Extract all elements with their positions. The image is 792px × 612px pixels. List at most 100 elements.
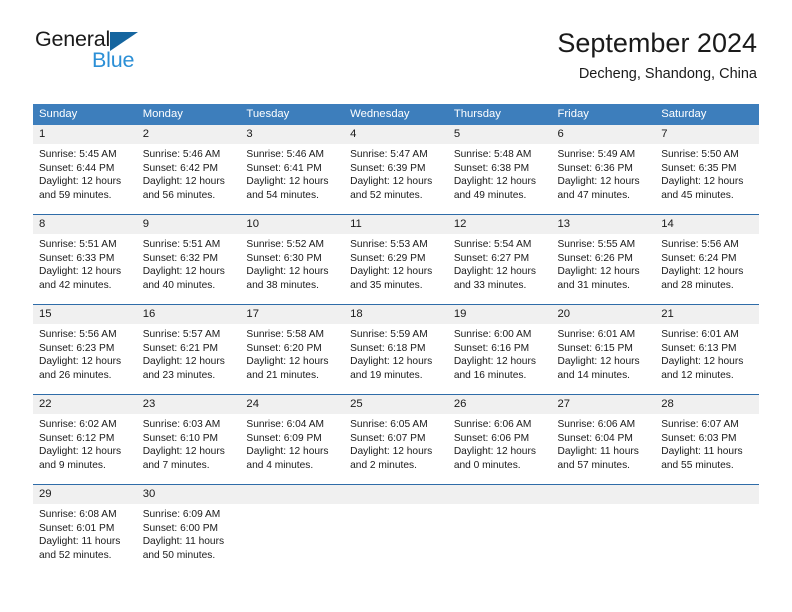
day-number-band: 22 23 24 25 26 27 28 bbox=[33, 395, 759, 414]
day-cell[interactable]: Sunrise: 5:53 AM Sunset: 6:29 PM Dayligh… bbox=[344, 234, 448, 304]
day-number[interactable]: 19 bbox=[448, 305, 552, 324]
day-number[interactable]: 5 bbox=[448, 125, 552, 144]
day-cell[interactable]: Sunrise: 6:04 AM Sunset: 6:09 PM Dayligh… bbox=[240, 414, 344, 484]
daylight-text: Daylight: 12 hours and 45 minutes. bbox=[661, 176, 744, 201]
day-cell[interactable]: Sunrise: 5:46 AM Sunset: 6:41 PM Dayligh… bbox=[240, 144, 344, 214]
day-number[interactable]: 25 bbox=[344, 395, 448, 414]
day-number-band: 8 9 10 11 12 13 14 bbox=[33, 215, 759, 234]
sunrise-text: Sunrise: 6:02 AM bbox=[39, 419, 117, 430]
sunset-text: Sunset: 6:20 PM bbox=[246, 342, 322, 354]
day-cell[interactable]: Sunrise: 6:06 AM Sunset: 6:06 PM Dayligh… bbox=[448, 414, 552, 484]
day-cell[interactable]: Sunrise: 6:06 AM Sunset: 6:04 PM Dayligh… bbox=[552, 414, 656, 484]
sunrise-text: Sunrise: 5:51 AM bbox=[142, 239, 221, 250]
day-number[interactable]: 6 bbox=[552, 125, 656, 144]
day-number[interactable]: 10 bbox=[240, 215, 344, 234]
day-cell[interactable]: Sunrise: 6:09 AM Sunset: 6:00 PM Dayligh… bbox=[137, 504, 241, 574]
day-cell[interactable]: Sunrise: 5:56 AM Sunset: 6:24 PM Dayligh… bbox=[655, 234, 759, 304]
day-number[interactable]: 18 bbox=[344, 305, 448, 324]
sunset-text: Sunset: 6:38 PM bbox=[453, 162, 530, 174]
day-number[interactable]: 30 bbox=[137, 485, 241, 504]
day-number-empty bbox=[240, 485, 344, 504]
day-number[interactable]: 17 bbox=[240, 305, 344, 324]
day-cell[interactable]: Sunrise: 5:51 AM Sunset: 6:32 PM Dayligh… bbox=[137, 234, 241, 304]
sunrise-text: Sunrise: 5:58 AM bbox=[246, 329, 324, 340]
day-cell[interactable]: Sunrise: 5:52 AM Sunset: 6:30 PM Dayligh… bbox=[240, 234, 344, 304]
daylight-text: Daylight: 12 hours and 59 minutes. bbox=[39, 176, 122, 201]
day-cell[interactable]: Sunrise: 5:56 AM Sunset: 6:23 PM Dayligh… bbox=[33, 324, 137, 394]
week-row: 8 9 10 11 12 13 14 Sunrise: 5:51 AM Suns… bbox=[33, 214, 759, 304]
sunrise-text: Sunrise: 6:06 AM bbox=[557, 419, 636, 430]
day-cell[interactable]: Sunrise: 6:01 AM Sunset: 6:13 PM Dayligh… bbox=[655, 324, 759, 394]
daylight-text: Daylight: 12 hours and 4 minutes. bbox=[246, 446, 329, 471]
day-cell[interactable]: Sunrise: 5:54 AM Sunset: 6:27 PM Dayligh… bbox=[448, 234, 552, 304]
day-number[interactable]: 13 bbox=[552, 215, 656, 234]
day-cell[interactable]: Sunrise: 5:57 AM Sunset: 6:21 PM Dayligh… bbox=[137, 324, 241, 394]
day-number[interactable]: 12 bbox=[448, 215, 552, 234]
sunset-text: Sunset: 6:01 PM bbox=[39, 522, 115, 534]
day-cell[interactable]: Sunrise: 6:01 AM Sunset: 6:15 PM Dayligh… bbox=[552, 324, 656, 394]
day-cell[interactable]: Sunrise: 5:48 AM Sunset: 6:38 PM Dayligh… bbox=[448, 144, 552, 214]
day-number[interactable]: 24 bbox=[240, 395, 344, 414]
day-number[interactable]: 2 bbox=[137, 125, 241, 144]
day-number[interactable]: 23 bbox=[137, 395, 241, 414]
day-cell[interactable]: Sunrise: 6:00 AM Sunset: 6:16 PM Dayligh… bbox=[448, 324, 552, 394]
day-cell[interactable]: Sunrise: 6:05 AM Sunset: 6:07 PM Dayligh… bbox=[344, 414, 448, 484]
daylight-text: Daylight: 12 hours and 56 minutes. bbox=[142, 176, 225, 201]
sunset-text: Sunset: 6:09 PM bbox=[246, 432, 322, 444]
day-cell[interactable]: Sunrise: 5:50 AM Sunset: 6:35 PM Dayligh… bbox=[655, 144, 759, 214]
day-cell-empty bbox=[448, 504, 552, 574]
day-number[interactable]: 11 bbox=[344, 215, 448, 234]
day-number[interactable]: 1 bbox=[33, 125, 137, 144]
sunrise-text: Sunrise: 5:57 AM bbox=[142, 329, 221, 340]
daylight-text: Daylight: 12 hours and 47 minutes. bbox=[557, 176, 640, 201]
day-cell[interactable]: Sunrise: 5:45 AM Sunset: 6:44 PM Dayligh… bbox=[33, 144, 137, 214]
day-cell[interactable]: Sunrise: 5:58 AM Sunset: 6:20 PM Dayligh… bbox=[240, 324, 344, 394]
day-cell[interactable]: Sunrise: 5:46 AM Sunset: 6:42 PM Dayligh… bbox=[137, 144, 241, 214]
day-number-band: 15 16 17 18 19 20 21 bbox=[33, 305, 759, 324]
sunrise-text: Sunrise: 6:08 AM bbox=[39, 509, 117, 520]
day-cell[interactable]: Sunrise: 5:47 AM Sunset: 6:39 PM Dayligh… bbox=[344, 144, 448, 214]
day-number[interactable]: 26 bbox=[448, 395, 552, 414]
day-cell[interactable]: Sunrise: 6:07 AM Sunset: 6:03 PM Dayligh… bbox=[655, 414, 759, 484]
daylight-text: Daylight: 12 hours and 28 minutes. bbox=[661, 266, 744, 291]
sunset-text: Sunset: 6:39 PM bbox=[350, 162, 426, 174]
day-cell[interactable]: Sunrise: 5:51 AM Sunset: 6:33 PM Dayligh… bbox=[33, 234, 137, 304]
calendar-page: General Blue September 2024 Decheng, Sha… bbox=[0, 0, 792, 612]
day-number[interactable]: 9 bbox=[137, 215, 241, 234]
day-cell[interactable]: Sunrise: 5:49 AM Sunset: 6:36 PM Dayligh… bbox=[552, 144, 656, 214]
sunset-text: Sunset: 6:15 PM bbox=[557, 342, 633, 354]
day-number[interactable]: 29 bbox=[33, 485, 137, 504]
day-cell[interactable]: Sunrise: 5:59 AM Sunset: 6:18 PM Dayligh… bbox=[344, 324, 448, 394]
day-number[interactable]: 21 bbox=[655, 305, 759, 324]
daylight-text: Daylight: 12 hours and 2 minutes. bbox=[350, 446, 433, 471]
daylight-text: Daylight: 12 hours and 26 minutes. bbox=[39, 356, 122, 381]
day-number[interactable]: 28 bbox=[655, 395, 759, 414]
sunrise-text: Sunrise: 5:56 AM bbox=[661, 239, 739, 250]
day-cell[interactable]: Sunrise: 6:02 AM Sunset: 6:12 PM Dayligh… bbox=[33, 414, 137, 484]
day-number[interactable]: 16 bbox=[137, 305, 241, 324]
sunset-text: Sunset: 6:07 PM bbox=[350, 432, 426, 444]
day-cell[interactable]: Sunrise: 5:55 AM Sunset: 6:26 PM Dayligh… bbox=[552, 234, 656, 304]
sunset-text: Sunset: 6:12 PM bbox=[39, 432, 115, 444]
sunrise-text: Sunrise: 6:06 AM bbox=[453, 419, 532, 430]
sunset-text: Sunset: 6:00 PM bbox=[142, 522, 219, 534]
day-number[interactable]: 22 bbox=[33, 395, 137, 414]
sunset-text: Sunset: 6:23 PM bbox=[39, 342, 115, 354]
day-cell[interactable]: Sunrise: 6:03 AM Sunset: 6:10 PM Dayligh… bbox=[137, 414, 241, 484]
day-number[interactable]: 7 bbox=[655, 125, 759, 144]
day-number[interactable]: 4 bbox=[344, 125, 448, 144]
day-number[interactable]: 8 bbox=[33, 215, 137, 234]
sunrise-text: Sunrise: 5:49 AM bbox=[557, 149, 636, 160]
brand-logo[interactable]: General Blue bbox=[35, 28, 275, 79]
sunset-text: Sunset: 6:44 PM bbox=[39, 162, 115, 174]
day-cell[interactable]: Sunrise: 6:08 AM Sunset: 6:01 PM Dayligh… bbox=[33, 504, 137, 574]
day-number[interactable]: 3 bbox=[240, 125, 344, 144]
day-number[interactable]: 20 bbox=[552, 305, 656, 324]
sunrise-text: Sunrise: 5:54 AM bbox=[453, 239, 532, 250]
day-number[interactable]: 27 bbox=[552, 395, 656, 414]
sunrise-text: Sunrise: 5:47 AM bbox=[350, 149, 428, 160]
day-number-band: 1 2 3 4 5 6 7 bbox=[33, 125, 759, 144]
title-block: September 2024 Decheng, Shandong, China bbox=[557, 26, 757, 84]
day-number[interactable]: 15 bbox=[33, 305, 137, 324]
day-number[interactable]: 14 bbox=[655, 215, 759, 234]
